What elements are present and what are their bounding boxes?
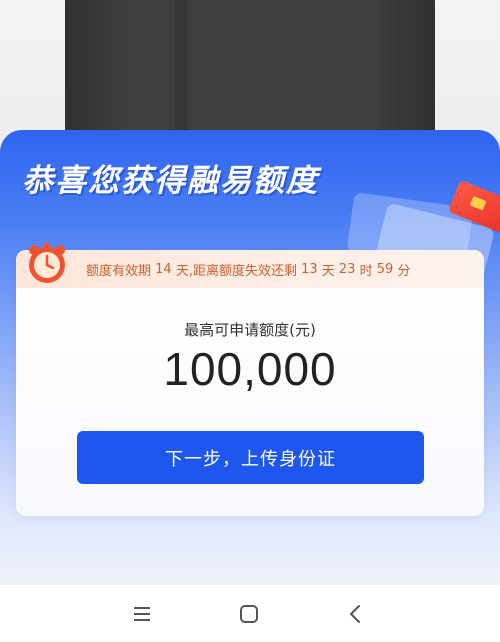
amount-value: 100,000	[163, 343, 337, 395]
home-square-icon[interactable]	[238, 603, 260, 625]
days-left: 13	[301, 261, 318, 277]
panel-title: 恭喜您获得融易额度	[22, 163, 319, 199]
amount-label: 最高可申请额度(元)	[184, 321, 316, 339]
credit-panel: 恭喜您获得融易额度 额度有效期 14 天,距离额度失效还剩 13 天 23 时 …	[0, 130, 500, 585]
credit-card: 额度有效期 14 天,距离额度失效还剩 13 天 23 时 59 分 最高可申请…	[16, 243, 484, 516]
hours-left: 23	[338, 261, 356, 277]
back-icon[interactable]	[345, 603, 367, 625]
next-upload-id-button[interactable]: 下一步，上传身份证	[77, 431, 424, 484]
minutes-left: 59	[376, 261, 394, 277]
days-valid: 14	[155, 261, 172, 277]
user-photo	[0, 0, 500, 150]
menu-icon[interactable]	[131, 603, 153, 625]
alarm-clock-icon	[29, 243, 65, 283]
photo-person-shirt	[65, 0, 435, 150]
system-navigation-bar	[0, 585, 500, 642]
validity-bar: 额度有效期 14 天,距离额度失效还剩 13 天 23 时 59 分	[16, 250, 484, 288]
